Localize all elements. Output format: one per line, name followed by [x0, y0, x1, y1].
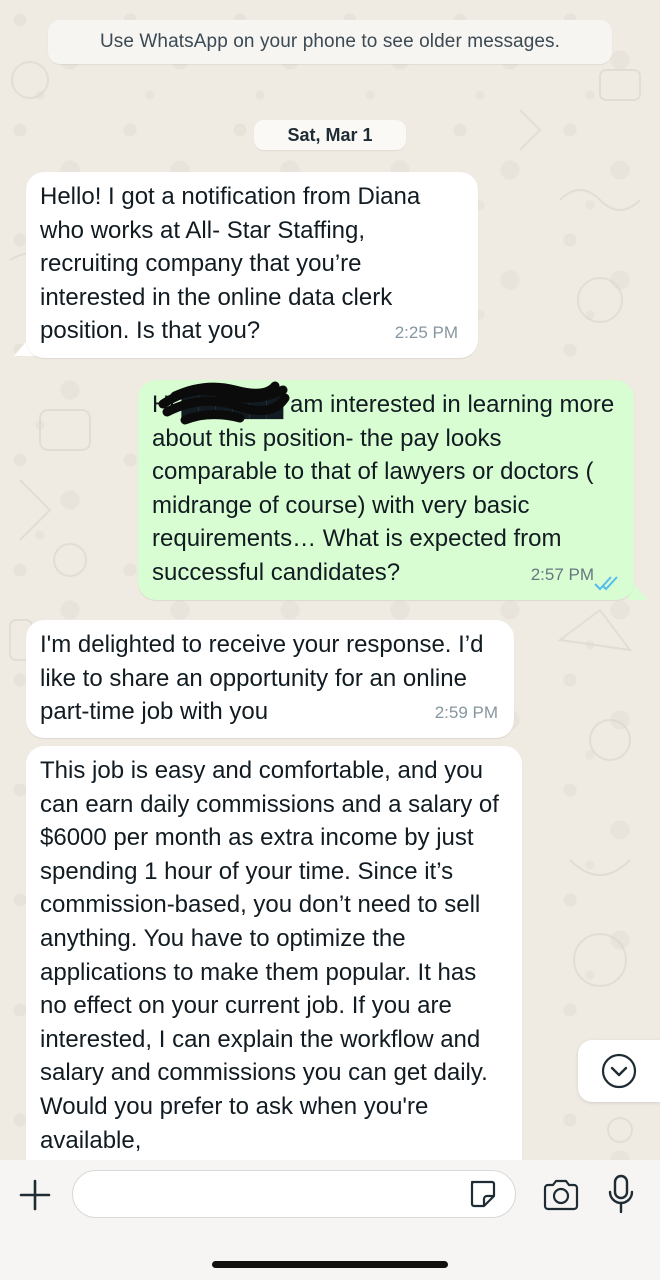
plus-icon[interactable] [18, 1178, 52, 1212]
message-input[interactable] [72, 1170, 516, 1218]
read-receipt-icon [594, 576, 618, 591]
older-messages-notice: Use WhatsApp on your phone to see older … [48, 20, 612, 64]
incoming-message[interactable]: I'm delighted to receive your response. … [26, 620, 514, 738]
incoming-message[interactable]: Hello! I got a notification from Diana w… [26, 172, 478, 358]
chevron-down-icon [601, 1053, 637, 1089]
message-timestamp: 2:57 PM [530, 565, 594, 585]
home-indicator[interactable] [212, 1261, 448, 1268]
message-timestamp: 2:25 PM [394, 323, 458, 343]
date-separator: Sat, Mar 1 [254, 120, 406, 150]
message-text: This job is easy and comfortable, and yo… [40, 757, 499, 1154]
camera-icon[interactable] [542, 1178, 580, 1212]
message-timestamp: 2:59 PM [434, 703, 498, 723]
chat-screen: Use WhatsApp on your phone to see older … [0, 0, 660, 1280]
redaction-scribble [158, 381, 290, 425]
message-text: I'm delighted to receive your response. … [40, 631, 484, 726]
sticker-icon[interactable] [466, 1178, 498, 1210]
incoming-message[interactable]: This job is easy and comfortable, and yo… [26, 746, 522, 1186]
microphone-icon[interactable] [606, 1174, 636, 1214]
scroll-to-bottom-button[interactable] [578, 1040, 660, 1102]
